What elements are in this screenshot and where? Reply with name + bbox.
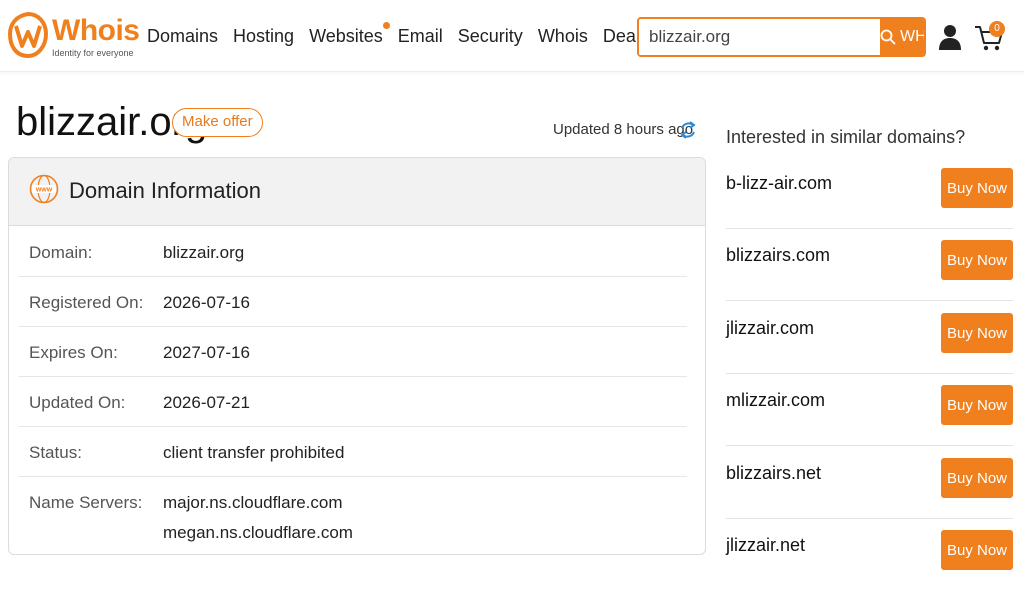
info-row-updated: Updated On: 2026-07-21 bbox=[19, 377, 687, 427]
nav-item-websites-label: Websites bbox=[309, 26, 383, 46]
info-row-name-servers: Name Servers: major.ns.cloudflare.com me… bbox=[19, 477, 687, 554]
similar-domain-item: blizzairs.net Buy Now bbox=[726, 447, 1013, 519]
similar-domain-name: jlizzair.com bbox=[726, 318, 815, 338]
info-label: Name Servers: bbox=[29, 493, 143, 512]
whois-search-button-label: WHOIS bbox=[900, 28, 926, 45]
info-value: client transfer prohibited bbox=[163, 443, 345, 462]
nav-item-domains[interactable]: Domains bbox=[147, 26, 218, 47]
domain-info-title: Domain Information bbox=[69, 178, 261, 203]
nav-item-security[interactable]: Security bbox=[458, 26, 523, 47]
info-label: Status: bbox=[29, 443, 82, 462]
similar-domain-name: mlizzair.com bbox=[726, 390, 826, 410]
site-logo[interactable]: Whois Identity for everyone bbox=[8, 12, 140, 62]
buy-now-button[interactable]: Buy Now bbox=[941, 530, 1013, 570]
site-header: Whois Identity for everyone Domains Host… bbox=[0, 0, 1024, 72]
info-label: Expires On: bbox=[29, 343, 118, 362]
info-row-registered: Registered On: 2026-07-16 bbox=[19, 277, 687, 327]
new-indicator-dot bbox=[382, 22, 390, 29]
similar-domain-name: blizzairs.com bbox=[726, 245, 831, 265]
similar-domain-name: b-lizz-air.com bbox=[726, 173, 833, 193]
info-row-domain: Domain: blizzair.org bbox=[19, 227, 687, 277]
similar-domain-item: blizzairs.com Buy Now bbox=[726, 229, 1013, 301]
info-value: megan.ns.cloudflare.com bbox=[163, 523, 353, 542]
similar-domain-item: b-lizz-air.com Buy Now bbox=[726, 157, 1013, 229]
info-label: Domain: bbox=[29, 243, 93, 262]
brand-name: Whois bbox=[52, 14, 140, 47]
nav-item-websites[interactable]: Websites bbox=[309, 22, 390, 47]
www-globe-icon: www bbox=[29, 174, 59, 204]
updated-timestamp: Updated 8 hours ago bbox=[553, 121, 694, 138]
make-offer-button[interactable]: Make offer bbox=[172, 108, 263, 137]
domain-info-header: www Domain Information bbox=[9, 158, 705, 226]
nav-item-whois[interactable]: Whois bbox=[538, 26, 588, 47]
similar-domain-item: mlizzair.com Buy Now bbox=[726, 374, 1013, 446]
buy-now-button[interactable]: Buy Now bbox=[941, 458, 1013, 498]
buy-now-button[interactable]: Buy Now bbox=[941, 385, 1013, 425]
info-label: Updated On: bbox=[29, 393, 126, 412]
domain-info-card: www Domain Information Domain: blizzair.… bbox=[8, 157, 706, 555]
buy-now-button[interactable]: Buy Now bbox=[941, 168, 1013, 208]
nav-item-hosting[interactable]: Hosting bbox=[233, 26, 294, 47]
buy-now-button[interactable]: Buy Now bbox=[941, 313, 1013, 353]
buy-now-button[interactable]: Buy Now bbox=[941, 240, 1013, 280]
similar-domain-name: jlizzair.net bbox=[726, 535, 806, 555]
refresh-icon[interactable] bbox=[679, 120, 697, 140]
user-icon[interactable] bbox=[938, 24, 962, 50]
info-value: 2027-07-16 bbox=[163, 343, 250, 362]
similar-domain-item: jlizzair.net Buy Now bbox=[726, 519, 1013, 591]
svg-text:www: www bbox=[35, 187, 53, 194]
info-value: 2026-07-21 bbox=[163, 393, 250, 412]
info-value: blizzair.org bbox=[163, 243, 245, 262]
similar-domain-name: blizzairs.net bbox=[726, 463, 822, 483]
info-row-expires: Expires On: 2027-07-16 bbox=[19, 327, 687, 377]
info-value: 2026-07-16 bbox=[163, 293, 250, 312]
whois-logo-icon bbox=[8, 12, 48, 58]
search-icon bbox=[880, 29, 896, 45]
info-value: major.ns.cloudflare.com bbox=[163, 493, 343, 512]
cart-count-badge: 0 bbox=[989, 21, 1005, 37]
info-label: Registered On: bbox=[29, 293, 144, 312]
whois-search-button[interactable]: WHOIS bbox=[880, 19, 926, 55]
similar-domains-title: Interested in similar domains? bbox=[726, 127, 966, 147]
search-input[interactable] bbox=[639, 19, 880, 55]
brand-tagline: Identity for everyone bbox=[52, 48, 134, 58]
main-nav: Domains Hosting Websites Email Security … bbox=[147, 22, 664, 47]
info-row-status: Status: client transfer prohibited bbox=[19, 427, 687, 477]
similar-domain-item: jlizzair.com Buy Now bbox=[726, 302, 1013, 374]
nav-item-email[interactable]: Email bbox=[398, 26, 443, 47]
search-bar: WHOIS bbox=[637, 17, 926, 57]
